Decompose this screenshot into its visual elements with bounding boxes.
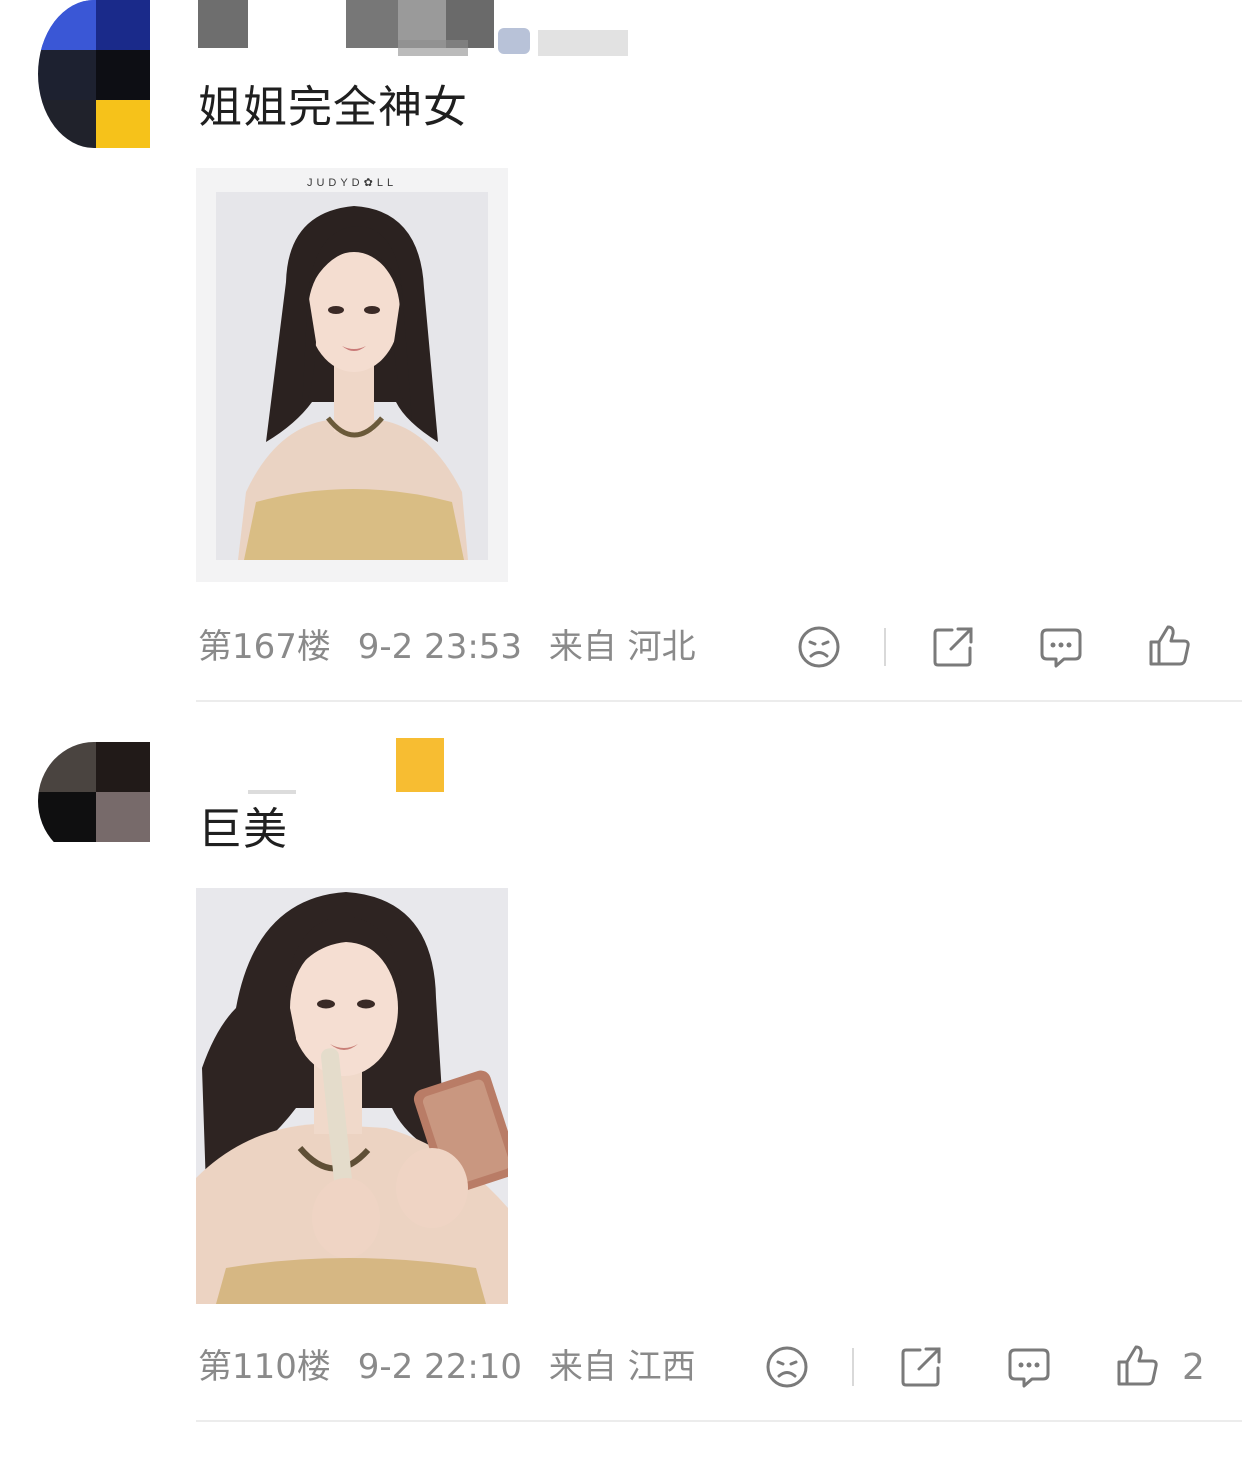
location: 来自 江西: [548, 1347, 696, 1387]
like-count: 2: [1182, 1347, 1205, 1388]
username-redacted[interactable]: [198, 0, 648, 58]
divider: [196, 1420, 1242, 1422]
portrait-illustration: [216, 192, 488, 560]
comment-meta: 第167楼 9-2 23:53 来自 河北: [198, 630, 712, 664]
like-icon[interactable]: [1114, 1342, 1160, 1388]
comment-icon[interactable]: [1006, 1344, 1052, 1390]
divider: [196, 700, 1242, 702]
like-icon[interactable]: [1146, 622, 1192, 668]
comment-image[interactable]: [196, 888, 508, 1304]
comment-text: 巨美: [198, 804, 288, 855]
image-brand-text: JUDYD✿LL: [306, 177, 398, 189]
dislike-face-icon[interactable]: [764, 1344, 810, 1390]
dislike-face-icon[interactable]: [796, 624, 842, 670]
post-time: 9-2 22:10: [357, 1347, 523, 1387]
comment-meta: 第110楼 9-2 22:10 来自 江西: [198, 1350, 712, 1384]
floor-number: 第110楼: [198, 1347, 331, 1387]
share-icon[interactable]: [898, 1344, 944, 1390]
comment-icon[interactable]: [1038, 624, 1084, 670]
portrait-illustration: [196, 888, 508, 1304]
username-redacted[interactable]: [198, 736, 458, 796]
comment-image[interactable]: JUDYD✿LL: [196, 168, 508, 582]
avatar[interactable]: [38, 742, 150, 860]
comment-text: 姐姐完全神女: [198, 82, 468, 133]
icon-separator: [884, 628, 886, 666]
location: 来自 河北: [548, 627, 696, 667]
avatar[interactable]: [38, 0, 150, 148]
floor-number: 第167楼: [198, 627, 331, 667]
post-time: 9-2 23:53: [357, 627, 523, 667]
share-icon[interactable]: [930, 624, 976, 670]
icon-separator: [852, 1348, 854, 1386]
